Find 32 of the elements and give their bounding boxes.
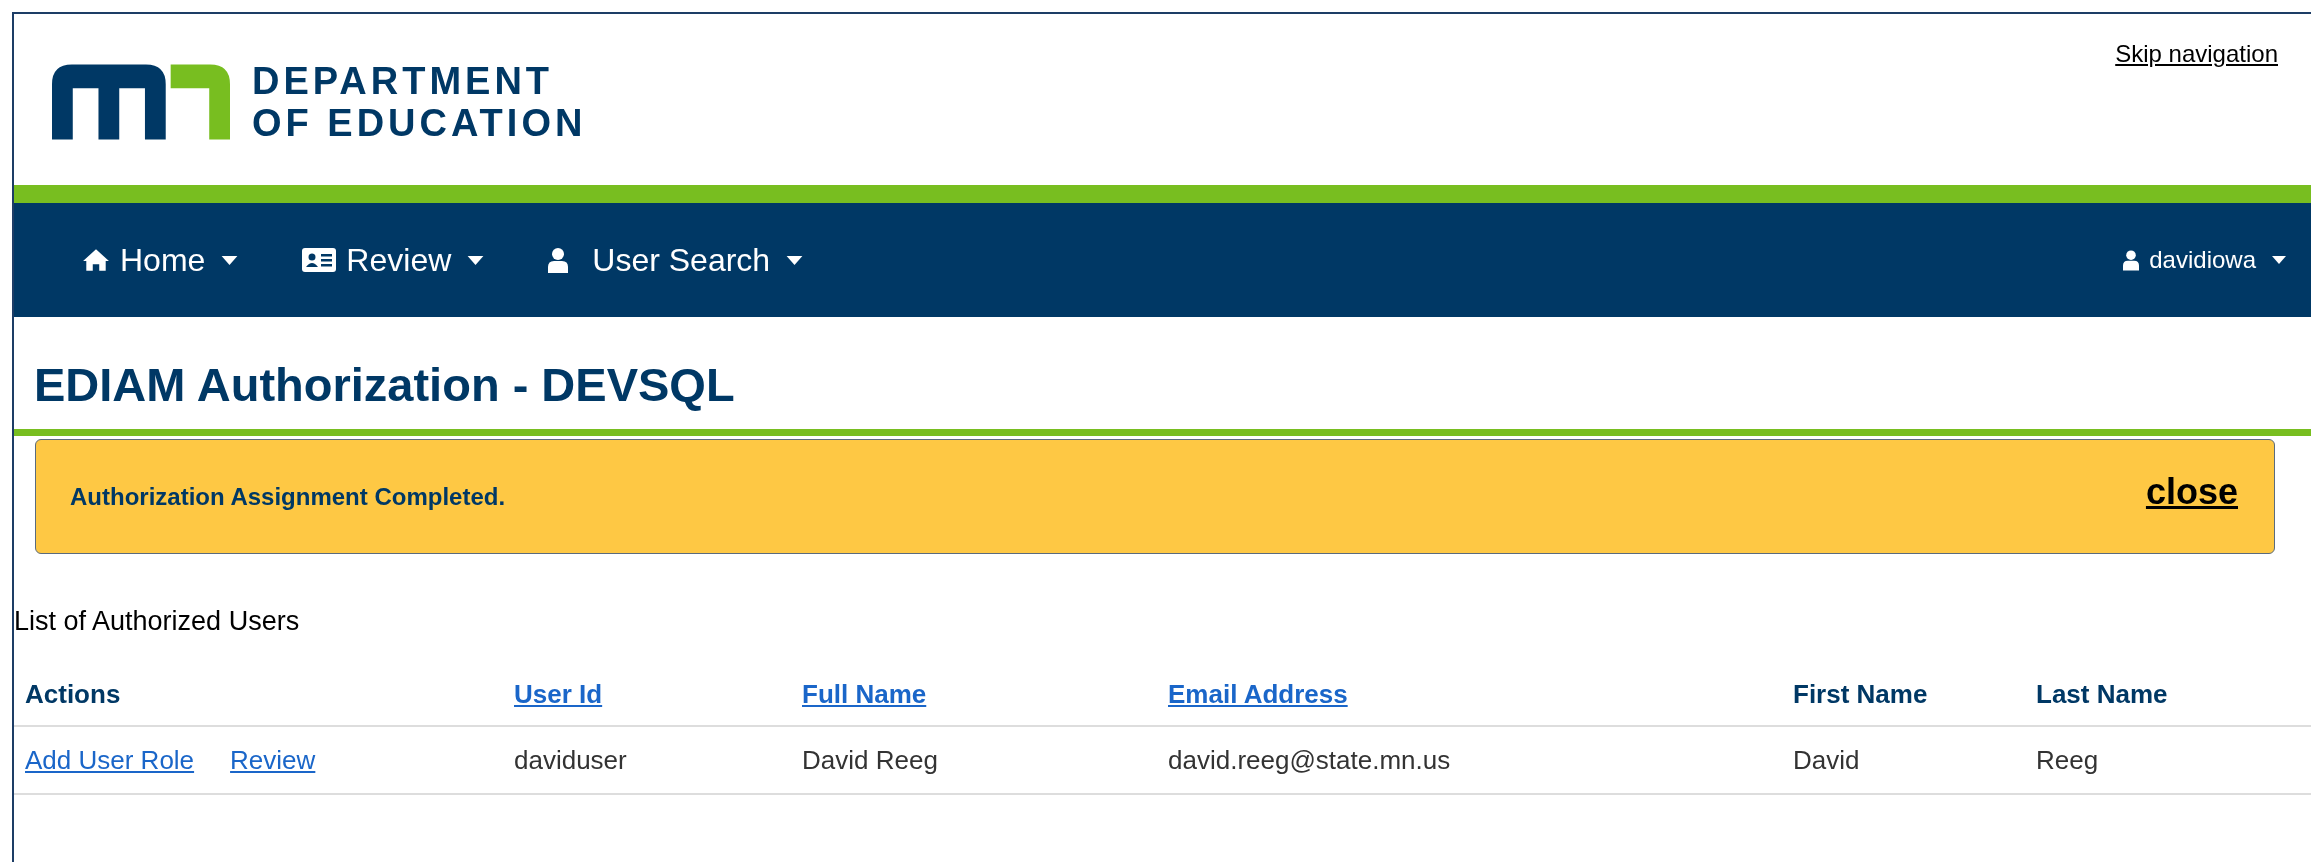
column-sort-link[interactable]: Full Name <box>802 678 927 709</box>
user-menu[interactable]: davidiowa <box>2123 246 2286 274</box>
table-cell: daviduser <box>514 744 627 775</box>
column-header: First Name <box>1793 678 1928 709</box>
logo-text: DEPARTMENT <box>252 60 555 102</box>
user-icon <box>2123 249 2140 271</box>
skip-navigation-link[interactable]: Skip navigation <box>2115 40 2278 68</box>
table-cell: David <box>1793 744 1860 775</box>
logo-text: OF EDUCATION <box>252 102 587 144</box>
user-icon <box>548 246 569 274</box>
column-sort-link[interactable]: Email Address <box>1168 678 1348 709</box>
close-link[interactable]: close <box>2145 470 2238 513</box>
caret-icon <box>467 255 485 265</box>
table-cell: Reeg <box>2036 744 2099 775</box>
column-header: Actions <box>25 678 121 709</box>
table-caption: List of Authorized Users <box>14 606 301 637</box>
caret-icon <box>786 255 804 265</box>
alert-message: Authorization Assignment Completed. <box>70 482 506 511</box>
nav-menu-item[interactable]: User Search <box>548 241 804 279</box>
action-link[interactable]: Review <box>230 744 316 775</box>
action-link[interactable]: Add User Role <box>25 744 195 775</box>
id-card-icon <box>302 248 337 272</box>
table-cell: David Reeg <box>802 744 938 775</box>
column-header: Last Name <box>2036 678 2168 709</box>
page-title: EDIAM Authorization - DEVSQL <box>33 357 736 413</box>
column-sort-link[interactable]: User Id <box>514 678 603 709</box>
nav-menu-item[interactable]: Home <box>82 241 239 279</box>
caret-icon <box>221 255 239 265</box>
table-cell: david.reeg@state.mn.us <box>1168 744 1451 775</box>
home-icon <box>82 248 110 272</box>
nav-menu-item[interactable]: Review <box>302 241 485 279</box>
caret-icon <box>2272 256 2286 264</box>
